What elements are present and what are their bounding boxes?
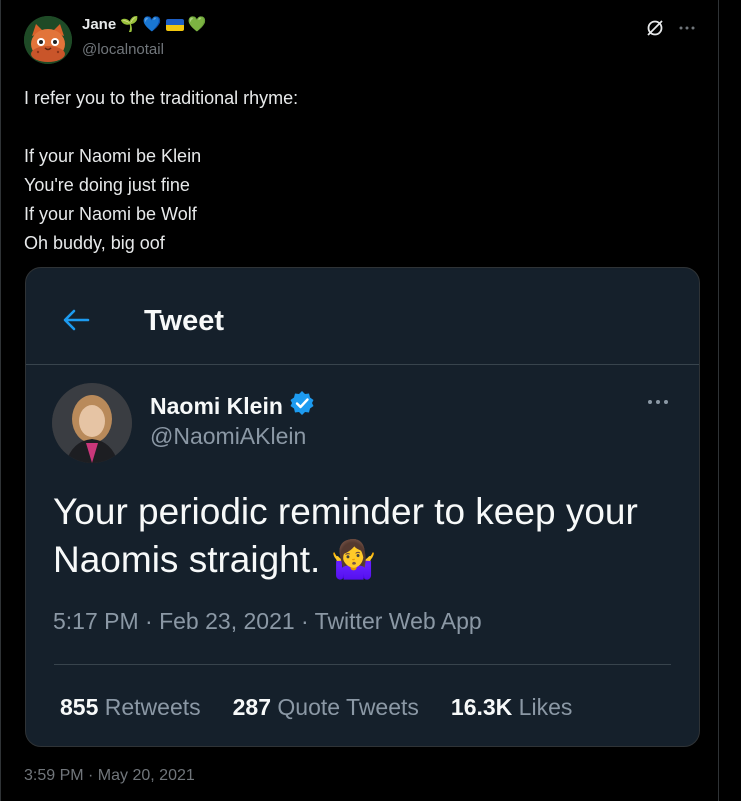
left-border [0,0,1,801]
seedling-icon: 🌱 [120,16,139,33]
verified-badge-icon [289,390,315,422]
likes-count: 16.3K [450,694,513,720]
more-options-icon[interactable] [677,18,697,38]
retweets-label: Retweets [104,694,201,720]
tweet-text: I refer you to the traditional rhyme: If… [24,88,299,253]
retweets-stat: 855 Retweets [60,694,201,721]
embedded-author-handle: @NaomiAKlein [150,423,307,449]
author-handle[interactable]: @localnotail [82,41,164,58]
embedded-stats: 855 Retweets 287 Quote Tweets 16.3K Like… [60,694,572,721]
likes-stat: 16.3K Likes [451,694,572,721]
blue-heart-icon: 💙 [142,16,162,33]
ukraine-flag-icon [165,18,184,31]
right-border [718,0,719,801]
stats-divider [54,664,671,665]
embedded-tweet-body: Your periodic reminder to keep your Naom… [53,491,638,580]
author-display-name[interactable]: Jane 🌱 💙 💚 [82,16,206,33]
grok-icon[interactable] [645,18,665,38]
embedded-tweet-image[interactable]: Tweet Naomi Klein @NaomiAKlein Your peri… [25,267,700,747]
author-avatar[interactable] [24,16,72,64]
embedded-more-icon [643,392,673,412]
quote-tweets-stat: 287 Quote Tweets [233,694,419,721]
back-arrow-icon [62,308,90,332]
green-heart-icon: 💚 [187,16,207,33]
naomi-klein-avatar [52,383,132,463]
embedded-header-title: Tweet [144,305,225,337]
embedded-author-name: Naomi Klein [150,390,315,422]
likes-label: Likes [518,694,573,720]
embedded-author-name-text: Naomi Klein [150,392,283,419]
tweet-timestamp[interactable]: 3:59 PM · May 20, 2021 [24,767,195,785]
header-divider [26,364,699,365]
retweets-count: 855 [60,694,99,720]
quote-tweets-count: 287 [232,694,272,720]
embedded-tweet-meta: 5:17 PM · Feb 23, 2021 · Twitter Web App [53,608,482,634]
author-name-text: Jane [82,16,117,33]
quote-tweets-label: Quote Tweets [277,694,419,720]
